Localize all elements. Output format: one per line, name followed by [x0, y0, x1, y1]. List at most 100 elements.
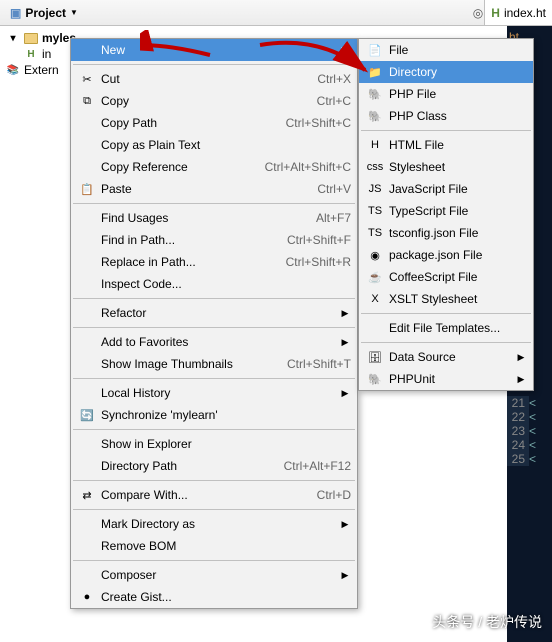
menu-item-mark-directory-as[interactable]: Mark Directory as▶ — [71, 513, 357, 535]
folder-icon: 📁 — [365, 64, 385, 80]
menu-item-local-history[interactable]: Local History▶ — [71, 382, 357, 404]
js-icon: JS — [365, 181, 385, 197]
submenu-arrow-icon: ▶ — [339, 45, 351, 56]
blank-icon — [77, 232, 97, 248]
menu-separator — [73, 327, 355, 328]
menu-item-new[interactable]: New▶ — [71, 39, 357, 61]
menu-item-create-gist[interactable]: ●Create Gist... — [71, 586, 357, 608]
menu-item-label: Compare With... — [97, 488, 297, 502]
submenu-arrow-icon: ▶ — [515, 352, 527, 363]
blank-icon — [77, 334, 97, 350]
menu-item-find-usages[interactable]: Find UsagesAlt+F7 — [71, 207, 357, 229]
blank-icon — [77, 538, 97, 554]
menu-item-copy-as-plain-text[interactable]: Copy as Plain Text — [71, 134, 357, 156]
menu-item-edit-file-templates[interactable]: Edit File Templates... — [359, 317, 533, 339]
menu-item-label: HTML File — [385, 138, 527, 152]
menu-item-label: Data Source — [385, 350, 515, 364]
menu-item-label: Find Usages — [97, 211, 296, 225]
pkg-icon: ◉ — [365, 247, 385, 263]
menu-item-inspect-code[interactable]: Inspect Code... — [71, 273, 357, 295]
menu-item-label: Copy Path — [97, 116, 266, 130]
menu-item-label: Copy — [97, 94, 297, 108]
menu-item-label: PHP Class — [385, 109, 527, 123]
menu-item-label: package.json File — [385, 248, 527, 262]
menu-item-javascript-file[interactable]: JSJavaScript File — [359, 178, 533, 200]
menu-item-remove-bom[interactable]: Remove BOM — [71, 535, 357, 557]
menu-item-label: Cut — [97, 72, 297, 86]
menu-item-label: Show Image Thumbnails — [97, 357, 267, 371]
menu-item-data-source[interactable]: 🗄Data Source▶ — [359, 346, 533, 368]
menu-item-html-file[interactable]: HHTML File — [359, 134, 533, 156]
menu-separator — [361, 342, 531, 343]
menu-item-refactor[interactable]: Refactor▶ — [71, 302, 357, 324]
menu-item-show-image-thumbnails[interactable]: Show Image ThumbnailsCtrl+Shift+T — [71, 353, 357, 375]
menu-item-label: Composer — [97, 568, 339, 582]
menu-item-find-in-path[interactable]: Find in Path...Ctrl+Shift+F — [71, 229, 357, 251]
menu-item-compare-with[interactable]: ⇄Compare With...Ctrl+D — [71, 484, 357, 506]
editor-tab[interactable]: H index.ht — [484, 0, 552, 26]
menu-item-directory-path[interactable]: Directory PathCtrl+Alt+F12 — [71, 455, 357, 477]
blank-icon — [77, 305, 97, 321]
menu-item-label: Mark Directory as — [97, 517, 339, 531]
menu-item-copy[interactable]: ⧉CopyCtrl+C — [71, 90, 357, 112]
tree-item-label: in — [42, 47, 51, 61]
menu-shortcut: Ctrl+Shift+R — [266, 255, 351, 269]
html-icon: H — [365, 137, 385, 153]
html-file-icon: H — [24, 47, 38, 61]
menu-item-synchronize-mylearn[interactable]: 🔄Synchronize 'mylearn' — [71, 404, 357, 426]
submenu-arrow-icon: ▶ — [339, 388, 351, 399]
menu-item-php-file[interactable]: 🐘PHP File — [359, 83, 533, 105]
menu-item-show-in-explorer[interactable]: Show in Explorer — [71, 433, 357, 455]
menu-item-copy-reference[interactable]: Copy ReferenceCtrl+Alt+Shift+C — [71, 156, 357, 178]
blank-icon — [365, 320, 385, 336]
menu-item-label: Directory — [385, 65, 527, 79]
editor-line: 22 < — [507, 410, 552, 424]
chevron-down-icon: ▼ — [70, 8, 78, 17]
html-file-icon: H — [491, 6, 500, 20]
menu-item-add-to-favorites[interactable]: Add to Favorites▶ — [71, 331, 357, 353]
menu-separator — [73, 560, 355, 561]
menu-item-package-json-file[interactable]: ◉package.json File — [359, 244, 533, 266]
menu-item-label: XSLT Stylesheet — [385, 292, 527, 306]
blank-icon — [77, 42, 97, 58]
menu-item-php-class[interactable]: 🐘PHP Class — [359, 105, 533, 127]
menu-shortcut: Ctrl+V — [297, 182, 351, 196]
menu-item-replace-in-path[interactable]: Replace in Path...Ctrl+Shift+R — [71, 251, 357, 273]
menu-item-cut[interactable]: ✂CutCtrl+X — [71, 68, 357, 90]
menu-item-label: tsconfig.json File — [385, 226, 527, 240]
menu-item-label: Copy as Plain Text — [97, 138, 351, 152]
menu-item-directory[interactable]: 📁Directory — [359, 61, 533, 83]
ts-icon: TS — [365, 225, 385, 241]
watermark: 头条号 / 老炉传说 — [432, 612, 542, 632]
folder-icon — [24, 33, 38, 44]
editor-line: 25 < — [507, 452, 552, 466]
menu-item-stylesheet[interactable]: cssStylesheet — [359, 156, 533, 178]
menu-item-label: Refactor — [97, 306, 339, 320]
tree-item-label: Extern — [24, 63, 59, 77]
menu-item-paste[interactable]: 📋PasteCtrl+V — [71, 178, 357, 200]
menu-item-typescript-file[interactable]: TSTypeScript File — [359, 200, 533, 222]
menu-item-label: Replace in Path... — [97, 255, 266, 269]
project-selector[interactable]: ▣ Project ▼ — [4, 4, 84, 22]
menu-shortcut: Ctrl+X — [297, 72, 351, 86]
project-label: Project — [25, 6, 66, 20]
line-content: < — [529, 424, 536, 438]
css-icon: css — [365, 159, 385, 175]
menu-item-composer[interactable]: Composer▶ — [71, 564, 357, 586]
menu-separator — [361, 313, 531, 314]
menu-item-label: CoffeeScript File — [385, 270, 527, 284]
menu-item-label: New — [97, 43, 339, 57]
menu-item-tsconfig-json-file[interactable]: TStsconfig.json File — [359, 222, 533, 244]
expand-icon[interactable]: ▾ — [6, 31, 20, 45]
file-icon: 📄 — [365, 42, 385, 58]
xsl-icon: X — [365, 291, 385, 307]
menu-item-label: Synchronize 'mylearn' — [97, 408, 351, 422]
menu-item-file[interactable]: 📄File — [359, 39, 533, 61]
menu-item-phpunit[interactable]: 🐘PHPUnit▶ — [359, 368, 533, 390]
🔄-icon: 🔄 — [77, 407, 97, 423]
menu-item-label: TypeScript File — [385, 204, 527, 218]
menu-item-xslt-stylesheet[interactable]: XXSLT Stylesheet — [359, 288, 533, 310]
menu-separator — [73, 480, 355, 481]
menu-item-coffeescript-file[interactable]: ☕CoffeeScript File — [359, 266, 533, 288]
menu-item-copy-path[interactable]: Copy PathCtrl+Shift+C — [71, 112, 357, 134]
